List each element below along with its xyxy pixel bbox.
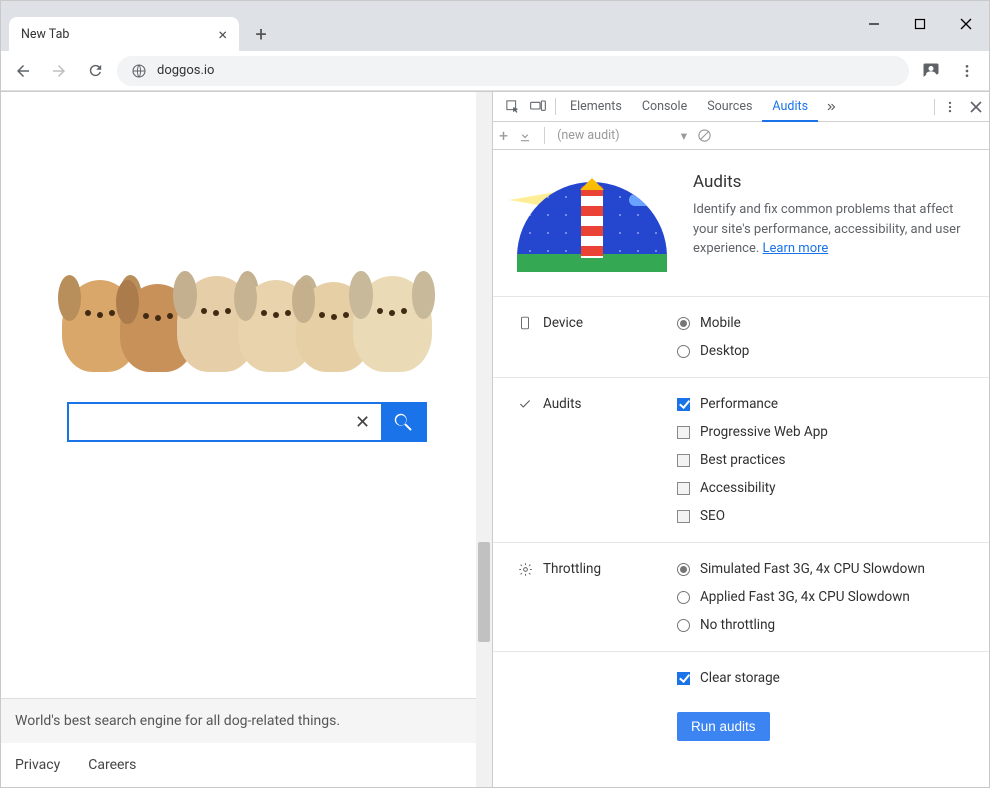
browser-titlebar: New Tab × + <box>1 1 989 51</box>
section-device: Device Mobile Desktop <box>493 297 989 378</box>
audit-option-pwa[interactable]: Progressive Web App <box>677 424 965 440</box>
tab-audits[interactable]: Audits <box>762 92 818 122</box>
audits-description: Identify and fix common problems that af… <box>693 200 965 259</box>
checkbox-icon <box>677 510 690 523</box>
radio-icon <box>677 563 690 576</box>
new-tab-button[interactable]: + <box>247 20 275 48</box>
forward-button[interactable] <box>45 57 73 85</box>
more-tabs-icon[interactable] <box>818 92 844 121</box>
run-audits-button[interactable]: Run audits <box>677 712 770 741</box>
section-audits: Audits Performance Progressive Web App B… <box>493 378 989 543</box>
hero-image-puppies <box>62 202 432 372</box>
tab-sources[interactable]: Sources <box>697 92 762 121</box>
device-option-desktop[interactable]: Desktop <box>677 343 965 359</box>
learn-more-link[interactable]: Learn more <box>763 241 829 256</box>
devtools-menu-icon[interactable] <box>937 92 963 121</box>
window-controls <box>851 6 989 41</box>
throttling-label: Throttling <box>543 561 601 577</box>
url-text: doggos.io <box>157 63 214 78</box>
audit-option-best-practices[interactable]: Best practices <box>677 452 965 468</box>
section-throttling: Throttling Simulated Fast 3G, 4x CPU Slo… <box>493 543 989 652</box>
page-scrollbar[interactable] <box>476 92 492 787</box>
throttling-option-none[interactable]: No throttling <box>677 617 965 633</box>
radio-icon <box>677 345 690 358</box>
address-bar[interactable]: doggos.io <box>117 56 909 86</box>
footer-link-careers[interactable]: Careers <box>88 757 136 773</box>
audit-select-label: (new audit) <box>557 128 620 143</box>
close-window-button[interactable] <box>943 6 989 41</box>
audits-toolbar: + (new audit) ▾ <box>493 122 989 150</box>
close-tab-icon[interactable]: × <box>218 25 227 44</box>
section-clear-storage: Clear storage <box>493 652 989 704</box>
checkbox-icon <box>677 398 690 411</box>
chevron-down-icon: ▾ <box>681 128 687 144</box>
tab-elements[interactable]: Elements <box>560 92 632 121</box>
clear-search-button[interactable]: ✕ <box>345 404 381 440</box>
devtools-tabbar: Elements Console Sources Audits <box>493 92 989 122</box>
inspect-element-icon[interactable] <box>499 92 525 121</box>
footer-links: Privacy Careers <box>1 743 492 787</box>
clear-storage-option[interactable]: Clear storage <box>677 670 965 686</box>
lighthouse-illustration <box>517 172 667 272</box>
search-bar: ✕ <box>67 402 427 442</box>
search-button[interactable] <box>381 404 425 440</box>
checkbox-icon <box>677 672 690 685</box>
audit-option-accessibility[interactable]: Accessibility <box>677 480 965 496</box>
device-toggle-icon[interactable] <box>525 92 551 121</box>
page-viewport: ✕ World's best search engine for all dog… <box>1 92 493 787</box>
maximize-button[interactable] <box>897 6 943 41</box>
back-button[interactable] <box>9 57 37 85</box>
audit-option-seo[interactable]: SEO <box>677 508 965 524</box>
tab-console[interactable]: Console <box>632 92 697 121</box>
minimize-button[interactable] <box>851 6 897 41</box>
audit-option-performance[interactable]: Performance <box>677 396 965 412</box>
footer-link-privacy[interactable]: Privacy <box>15 757 60 773</box>
devtools-panel: Elements Console Sources Audits + (new a… <box>493 92 989 787</box>
radio-icon <box>677 317 690 330</box>
audits-label: Audits <box>543 396 581 412</box>
gear-icon <box>517 561 533 577</box>
device-icon <box>517 315 533 331</box>
radio-icon <box>677 591 690 604</box>
tagline: World's best search engine for all dog-r… <box>1 699 492 743</box>
tab-title: New Tab <box>21 27 210 42</box>
devtools-close-icon[interactable] <box>963 92 989 121</box>
download-icon[interactable] <box>518 129 532 143</box>
audit-select-dropdown[interactable]: (new audit) ▾ <box>557 128 687 144</box>
new-audit-icon[interactable]: + <box>499 126 508 145</box>
throttling-option-applied[interactable]: Applied Fast 3G, 4x CPU Slowdown <box>677 589 965 605</box>
device-option-mobile[interactable]: Mobile <box>677 315 965 331</box>
reload-button[interactable] <box>81 57 109 85</box>
checkbox-icon <box>677 482 690 495</box>
device-label: Device <box>543 315 583 331</box>
clear-icon[interactable] <box>697 128 712 143</box>
browser-tab[interactable]: New Tab × <box>9 17 239 51</box>
profile-button[interactable] <box>917 57 945 85</box>
browser-toolbar: doggos.io <box>1 51 989 91</box>
search-input[interactable] <box>69 404 345 440</box>
kebab-menu-button[interactable] <box>953 57 981 85</box>
radio-icon <box>677 619 690 632</box>
checkbox-icon <box>677 454 690 467</box>
throttling-option-simulated[interactable]: Simulated Fast 3G, 4x CPU Slowdown <box>677 561 965 577</box>
audits-title: Audits <box>693 172 965 192</box>
globe-icon <box>131 63 147 79</box>
checkbox-icon <box>677 426 690 439</box>
check-icon <box>517 396 533 412</box>
